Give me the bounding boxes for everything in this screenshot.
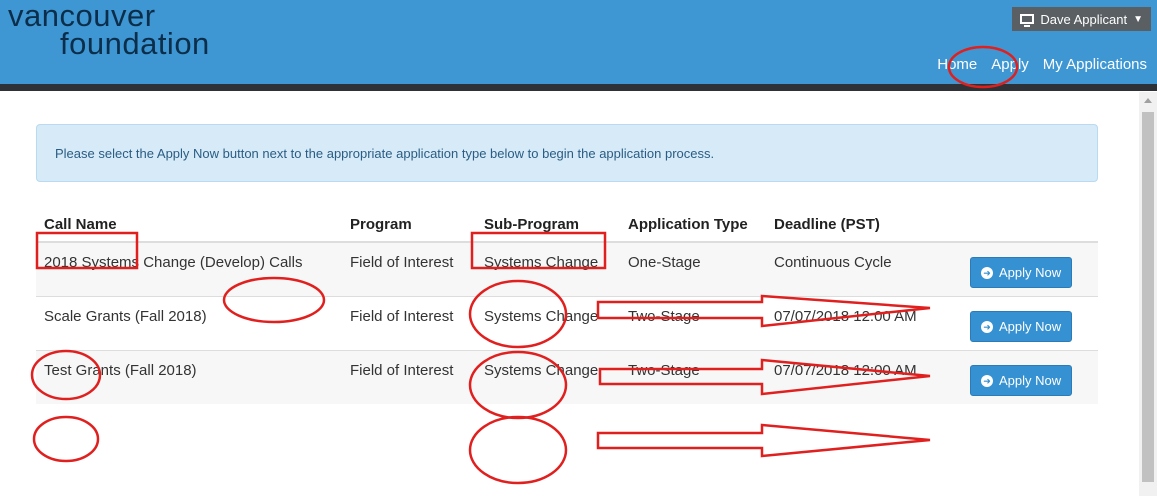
arrow-right-circle-icon: ➜ <box>981 266 993 279</box>
cell-application-type: One-Stage <box>620 241 766 297</box>
table-row: Scale Grants (Fall 2018) Field of Intere… <box>36 296 1098 351</box>
cell-sub-program: Systems Change <box>476 350 620 404</box>
logo[interactable]: vancouver foundation <box>8 0 210 61</box>
cell-call-name: 2018 Systems Change (Develop) Calls <box>36 241 342 297</box>
nav-my-applications[interactable]: My Applications <box>1043 56 1147 73</box>
header-action <box>962 208 1098 243</box>
scroll-up-icon[interactable] <box>1144 98 1152 103</box>
cell-sub-program: Systems Change <box>476 296 620 351</box>
cell-application-type: Two-Stage <box>620 350 766 404</box>
apply-now-label: Apply Now <box>999 319 1062 334</box>
header-application-type: Application Type <box>620 208 766 243</box>
table-header-row: Call Name Program Sub-Program Applicatio… <box>36 208 1098 243</box>
apply-now-button[interactable]: ➜ Apply Now <box>970 257 1073 288</box>
header-sub-program: Sub-Program <box>476 208 620 243</box>
cell-call-name: Test Grants (Fall 2018) <box>36 350 342 404</box>
info-notice: Please select the Apply Now button next … <box>36 124 1098 182</box>
arrow-right-circle-icon: ➜ <box>981 320 993 333</box>
header-divider <box>0 84 1157 91</box>
arrow-right-circle-icon: ➜ <box>981 374 993 387</box>
main-nav: Home Apply My Applications <box>937 56 1147 73</box>
cell-application-type: Two-Stage <box>620 296 766 351</box>
logo-line2: foundation <box>60 26 210 61</box>
cell-action: ➜ Apply Now <box>962 296 1098 351</box>
annotation-arrow-3 <box>596 423 931 458</box>
scroll-thumb[interactable] <box>1142 112 1154 482</box>
cell-action: ➜ Apply Now <box>962 350 1098 404</box>
apply-now-label: Apply Now <box>999 265 1062 280</box>
header-program: Program <box>342 208 476 243</box>
cell-action: ➜ Apply Now <box>962 241 1098 297</box>
cell-deadline: 07/07/2018 12:00 AM <box>766 350 962 404</box>
cell-deadline: 07/07/2018 12:00 AM <box>766 296 962 351</box>
user-menu[interactable]: Dave Applicant ▼ <box>1012 7 1151 31</box>
monitor-icon <box>1020 14 1035 27</box>
caret-down-icon: ▼ <box>1133 13 1143 25</box>
cell-program: Field of Interest <box>342 350 476 404</box>
vertical-scrollbar[interactable] <box>1139 92 1157 496</box>
table-row: 2018 Systems Change (Develop) Calls Fiel… <box>36 241 1098 297</box>
user-name: Dave Applicant <box>1040 11 1128 27</box>
top-bar: vancouver foundation Dave Applicant ▼ Ho… <box>0 0 1157 84</box>
applications-table: Call Name Program Sub-Program Applicatio… <box>36 208 1098 404</box>
apply-now-label: Apply Now <box>999 373 1062 388</box>
apply-now-button[interactable]: ➜ Apply Now <box>970 365 1073 396</box>
header-call-name: Call Name <box>36 208 342 243</box>
table-row: Test Grants (Fall 2018) Field of Interes… <box>36 350 1098 404</box>
annotation-ellipse-test <box>32 415 100 463</box>
cell-deadline: Continuous Cycle <box>766 241 962 297</box>
cell-program: Field of Interest <box>342 296 476 351</box>
cell-call-name: Scale Grants (Fall 2018) <box>36 296 342 351</box>
nav-apply[interactable]: Apply <box>991 56 1029 73</box>
nav-home[interactable]: Home <box>937 56 977 73</box>
cell-sub-program: Systems Change <box>476 241 620 297</box>
annotation-ellipse-systems-change-3 <box>468 415 568 485</box>
cell-program: Field of Interest <box>342 241 476 297</box>
apply-now-button[interactable]: ➜ Apply Now <box>970 311 1073 342</box>
header-deadline: Deadline (PST) <box>766 208 962 243</box>
